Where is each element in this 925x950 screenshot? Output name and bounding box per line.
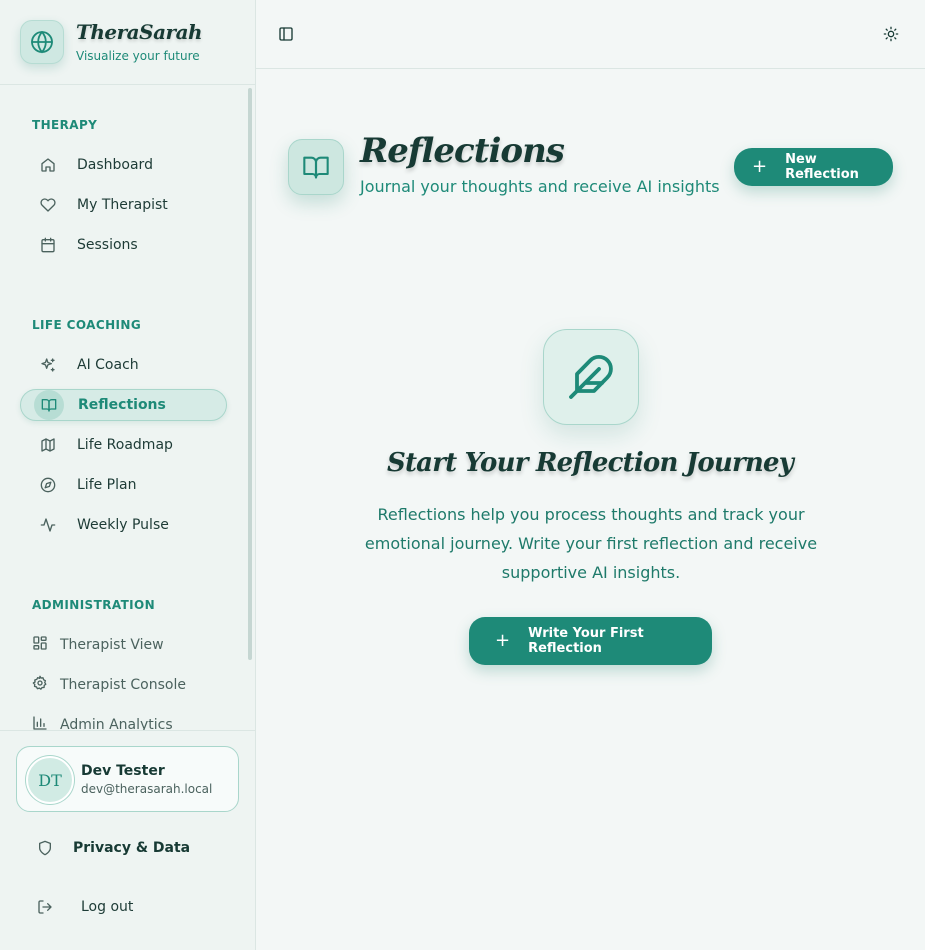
sidebar-item-ai-coach[interactable]: AI Coach bbox=[20, 349, 227, 381]
book-open-icon bbox=[288, 139, 344, 195]
sidebar: TheraSarah Visualize your future THERAPY… bbox=[0, 0, 256, 950]
top-bar bbox=[256, 0, 925, 69]
sidebar-item-therapist-console[interactable]: Therapist Console bbox=[32, 673, 186, 697]
sidebar-item-label: Life Roadmap bbox=[77, 437, 173, 453]
sidebar-item-label: Admin Analytics bbox=[60, 717, 173, 730]
sidebar-divider bbox=[0, 730, 255, 731]
sidebar-item-label: My Therapist bbox=[77, 197, 168, 213]
empty-state-text: Reflections help you process thoughts an… bbox=[364, 505, 818, 582]
sidebar-item-life-roadmap[interactable]: Life Roadmap bbox=[20, 429, 227, 461]
bar-chart-icon bbox=[32, 715, 48, 730]
sidebar-item-my-therapist[interactable]: My Therapist bbox=[20, 189, 227, 221]
brand-subtitle: Visualize your future bbox=[76, 49, 200, 63]
sidebar-item-life-plan[interactable]: Life Plan bbox=[20, 469, 227, 501]
sidebar-item-label: Therapist Console bbox=[60, 677, 186, 693]
avatar: DT bbox=[26, 756, 74, 804]
book-open-icon bbox=[34, 390, 64, 420]
sidebar-scrollbar[interactable] bbox=[248, 88, 252, 660]
brand: TheraSarah Visualize your future bbox=[0, 0, 255, 85]
compass-icon bbox=[33, 470, 63, 500]
new-reflection-button[interactable]: + New Reflection bbox=[734, 148, 893, 186]
section-label-life-coaching: LIFE COACHING bbox=[32, 318, 142, 332]
write-first-reflection-label: Write Your First Reflection bbox=[528, 626, 644, 656]
brand-title: TheraSarah bbox=[76, 20, 203, 44]
sidebar-item-label: Therapist View bbox=[60, 637, 164, 653]
sidebar-item-dashboard[interactable]: Dashboard bbox=[20, 149, 227, 181]
home-icon bbox=[33, 150, 63, 180]
privacy-data-label: Privacy & Data bbox=[73, 840, 191, 856]
sidebar-item-label: Dashboard bbox=[77, 157, 153, 173]
page-title: Reflections bbox=[360, 131, 565, 171]
map-icon bbox=[33, 430, 63, 460]
write-first-reflection-button[interactable]: + Write Your First Reflection bbox=[469, 617, 712, 665]
layout-grid-icon bbox=[32, 635, 48, 655]
logout-button[interactable]: Log out bbox=[30, 892, 133, 922]
sidebar-item-label: Weekly Pulse bbox=[77, 517, 169, 533]
sidebar-nav: THERAPY Dashboard My Therapist Sessions … bbox=[0, 86, 247, 730]
sidebar-item-label: AI Coach bbox=[77, 357, 139, 373]
plus-icon: + bbox=[752, 156, 768, 177]
sidebar-item-sessions[interactable]: Sessions bbox=[20, 229, 227, 261]
globe-icon[interactable] bbox=[20, 20, 64, 64]
user-name: Dev Tester bbox=[81, 763, 165, 779]
sidebar-item-label: Sessions bbox=[77, 237, 138, 253]
sun-icon[interactable] bbox=[879, 22, 903, 46]
section-label-administration: ADMINISTRATION bbox=[32, 598, 156, 612]
logout-label: Log out bbox=[81, 899, 134, 915]
sidebar-item-label: Life Plan bbox=[77, 477, 137, 493]
calendar-icon bbox=[33, 230, 63, 260]
new-reflection-label: New Reflection bbox=[785, 152, 859, 182]
logout-icon bbox=[30, 892, 60, 922]
empty-state-title: Start Your Reflection Journey bbox=[386, 448, 794, 478]
privacy-data-button[interactable]: Privacy & Data bbox=[30, 833, 190, 863]
settings-icon bbox=[32, 675, 48, 695]
sidebar-item-weekly-pulse[interactable]: Weekly Pulse bbox=[20, 509, 227, 541]
sidebar-item-label: Reflections bbox=[78, 397, 166, 413]
plus-icon: + bbox=[495, 630, 511, 651]
sidebar-item-therapist-view[interactable]: Therapist View bbox=[32, 633, 164, 657]
section-label-therapy: THERAPY bbox=[32, 118, 98, 132]
page-subtitle: Journal your thoughts and receive AI ins… bbox=[360, 177, 720, 196]
activity-icon bbox=[33, 510, 63, 540]
sidebar-item-admin-analytics[interactable]: Admin Analytics bbox=[32, 713, 173, 730]
sparkles-icon bbox=[33, 350, 63, 380]
user-email: dev@therasarah.local bbox=[81, 782, 213, 796]
sidebar-item-reflections[interactable]: Reflections bbox=[20, 389, 227, 421]
heart-icon bbox=[33, 190, 63, 220]
shield-icon bbox=[30, 833, 60, 863]
user-card[interactable]: DT Dev Tester dev@therasarah.local bbox=[16, 746, 239, 812]
feather-icon bbox=[543, 329, 639, 425]
sidebar-toggle-icon[interactable] bbox=[274, 22, 298, 46]
